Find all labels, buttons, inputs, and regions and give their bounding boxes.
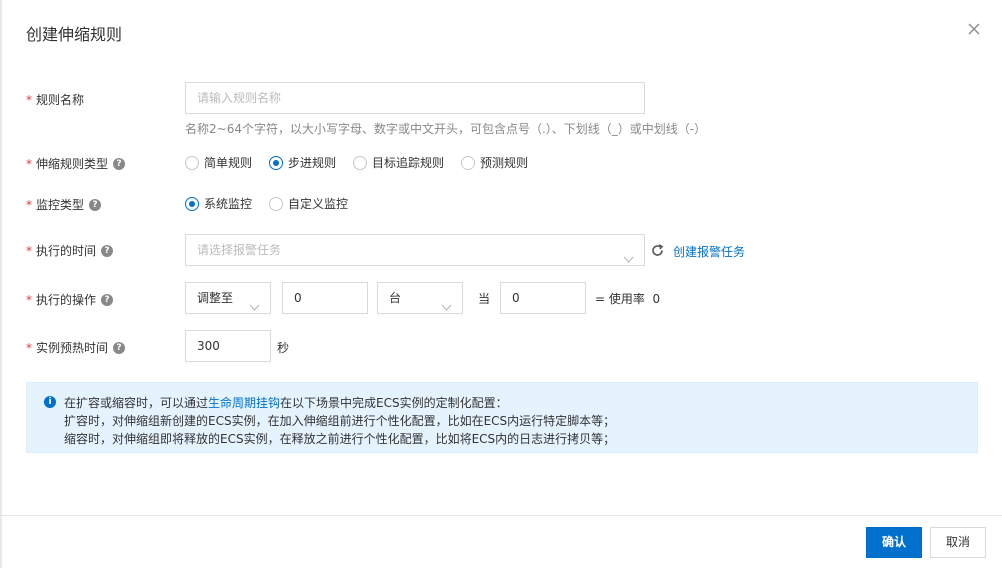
radio-system-monitor[interactable]: 系统监控: [185, 195, 252, 212]
exec-action-label: * 执行的操作 ?: [26, 291, 114, 308]
radio-circle-checked: [269, 155, 284, 170]
create-scaling-rule-dialog: 创建伸缩规则 * 规则名称 请输入规则名称 名称2~64个字符，以大小写字母、数…: [0, 0, 1002, 568]
monitor-type-label: * 监控类型 ?: [26, 196, 102, 213]
backdrop-edge: [0, 0, 2, 568]
unit-select[interactable]: 台: [377, 282, 463, 314]
chevron-down-icon: [441, 293, 452, 323]
radio-circle-checked: [185, 196, 199, 211]
help-icon[interactable]: ?: [113, 341, 126, 354]
radio-simple-rule[interactable]: 简单规则: [185, 154, 252, 171]
rule-name-input[interactable]: 请输入规则名称: [185, 82, 645, 114]
warmup-label: * 实例预热时间 ?: [26, 339, 126, 356]
cancel-button[interactable]: 取消: [930, 527, 986, 558]
lifecycle-hook-info-box: i 在扩容或缩容时，可以通过生命周期挂钩在以下场景中完成ECS实例的定制化配置：…: [26, 382, 978, 453]
rule-type-label: * 伸缩规则类型 ?: [26, 155, 126, 172]
dialog-title: 创建伸缩规则: [26, 25, 123, 44]
warmup-unit: 秒: [277, 341, 290, 355]
warmup-time-input[interactable]: 300: [185, 330, 271, 362]
radio-target-tracking-rule[interactable]: 目标追踪规则: [353, 154, 444, 171]
required-mark: *: [26, 292, 32, 307]
close-icon[interactable]: [966, 21, 982, 37]
radio-custom-monitor[interactable]: 自定义监控: [269, 195, 348, 212]
required-mark: *: [26, 92, 32, 107]
radio-circle: [269, 196, 284, 211]
chevron-down-icon: [249, 293, 260, 323]
radio-step-rule[interactable]: 步进规则: [269, 154, 336, 171]
radio-circle: [353, 155, 368, 170]
help-icon[interactable]: ?: [101, 244, 114, 257]
alarm-task-select[interactable]: 请选择报警任务: [185, 234, 645, 266]
info-icon: i: [44, 396, 56, 408]
monitor-type-radio-group: 系统监控 自定义监控: [185, 195, 365, 212]
threshold-input[interactable]: 0: [500, 282, 586, 314]
create-alarm-task-link[interactable]: 创建报警任务: [673, 243, 745, 260]
rule-name-label: * 规则名称: [26, 92, 85, 108]
rule-name-hint: 名称2~64个字符，以大小写字母、数字或中文开头，可包含点号（.）、下划线（_）…: [185, 122, 707, 136]
required-mark: *: [26, 197, 32, 212]
info-line-3: 缩容时，对伸缩组即将释放的ECS实例，在释放之前进行个性化配置，比如将ECS内的…: [64, 432, 616, 446]
required-mark: *: [26, 156, 32, 171]
exec-time-label: * 执行的时间 ?: [26, 242, 114, 259]
usage-rate-text: = 使用率 0: [595, 292, 661, 306]
help-icon[interactable]: ?: [113, 157, 126, 170]
instance-count-input[interactable]: 0: [282, 282, 368, 314]
lifecycle-hook-link[interactable]: 生命周期挂钩: [208, 396, 280, 410]
required-mark: *: [26, 340, 32, 355]
info-line-1: 在扩容或缩容时，可以通过生命周期挂钩在以下场景中完成ECS实例的定制化配置：: [64, 396, 508, 410]
help-icon[interactable]: ?: [89, 198, 102, 211]
chevron-down-icon: [623, 245, 634, 275]
radio-circle: [461, 155, 476, 170]
action-select[interactable]: 调整至: [185, 282, 271, 314]
rule-type-radio-group: 简单规则 步进规则 目标追踪规则 预测规则: [185, 154, 545, 171]
radio-predictive-rule[interactable]: 预测规则: [461, 154, 528, 171]
info-line-2: 扩容时，对伸缩组新创建的ECS实例，在加入伸缩组前进行个性化配置，比如在ECS内…: [64, 414, 616, 428]
footer-divider: [0, 515, 1002, 516]
radio-circle: [185, 155, 199, 170]
help-icon[interactable]: ?: [101, 293, 114, 306]
refresh-icon[interactable]: [651, 242, 664, 261]
rule-name-placeholder: 请输入规则名称: [197, 91, 282, 105]
when-label: 当: [478, 292, 491, 306]
confirm-button[interactable]: 确认: [866, 527, 922, 558]
required-mark: *: [26, 243, 32, 258]
alarm-task-placeholder: 请选择报警任务: [197, 243, 282, 257]
